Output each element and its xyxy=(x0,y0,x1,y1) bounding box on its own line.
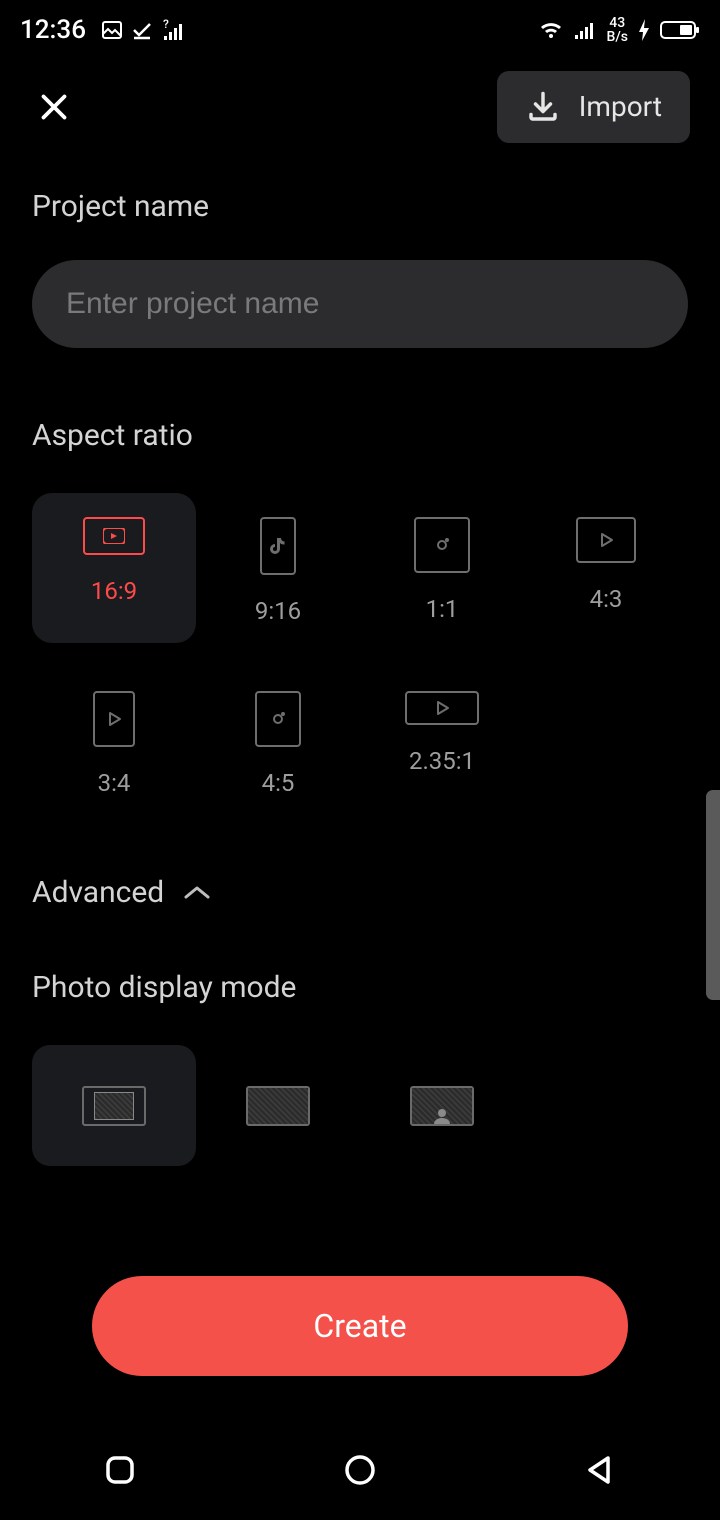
back-icon[interactable] xyxy=(580,1450,620,1490)
check-icon xyxy=(130,18,154,42)
aspect-label: 2.35:1 xyxy=(409,747,475,775)
import-label: Import xyxy=(579,90,662,123)
play-icon xyxy=(576,517,636,563)
cell-signal-icon xyxy=(574,20,596,40)
charging-icon xyxy=(638,19,650,41)
photo-mode-person[interactable] xyxy=(360,1045,524,1166)
aspect-option-1-1[interactable]: 1:1 xyxy=(360,493,524,643)
photo-mode-grid xyxy=(32,1045,688,1166)
status-bar: 12:36 ? 43 B/s xyxy=(0,0,720,60)
download-icon xyxy=(525,89,561,125)
aspect-option-16-9[interactable]: 16:9 xyxy=(32,493,196,643)
play-icon xyxy=(405,691,479,725)
home-icon[interactable] xyxy=(340,1450,380,1490)
image-icon xyxy=(100,18,124,42)
top-bar: Import xyxy=(0,64,720,149)
aspect-label: 4:3 xyxy=(590,585,623,613)
aspect-label: 16:9 xyxy=(91,577,137,605)
tiktok-icon xyxy=(260,517,296,575)
net-speed: 43 B/s xyxy=(606,16,628,44)
signal-question-icon: ? xyxy=(160,18,186,42)
photo-mode-title: Photo display mode xyxy=(32,970,688,1005)
scroll-indicator[interactable] xyxy=(706,790,720,1000)
play-icon xyxy=(93,691,135,747)
aspect-option-4-3[interactable]: 4:3 xyxy=(524,493,688,643)
youtube-icon xyxy=(83,517,145,555)
chevron-up-icon xyxy=(182,883,212,903)
aspect-option-3-4[interactable]: 3:4 xyxy=(32,667,196,815)
aspect-option-4-5[interactable]: 4:5 xyxy=(196,667,360,815)
advanced-label: Advanced xyxy=(32,875,164,910)
recent-apps-icon[interactable] xyxy=(100,1450,140,1490)
aspect-label: 1:1 xyxy=(426,595,459,623)
project-name-title: Project name xyxy=(32,189,688,224)
aspect-option-2-35-1[interactable]: 2.35:1 xyxy=(360,667,524,815)
battery-icon xyxy=(660,20,700,40)
import-button[interactable]: Import xyxy=(497,71,690,143)
photo-mode-fit[interactable] xyxy=(32,1045,196,1166)
instagram-icon xyxy=(414,517,470,573)
photo-frame-icon xyxy=(82,1086,146,1126)
android-nav-bar xyxy=(0,1420,720,1520)
svg-text:?: ? xyxy=(163,18,169,31)
aspect-label: 3:4 xyxy=(98,769,131,797)
aspect-ratio-title: Aspect ratio xyxy=(32,418,688,453)
project-name-input[interactable] xyxy=(32,260,688,348)
aspect-label: 4:5 xyxy=(262,769,295,797)
create-button[interactable]: Create xyxy=(92,1276,628,1376)
photo-frame-icon xyxy=(410,1086,474,1126)
aspect-label: 9:16 xyxy=(255,597,301,625)
aspect-ratio-grid: 16:9 9:16 1:1 4:3 3:4 4:5 2.35:1 xyxy=(32,493,688,815)
photo-frame-icon xyxy=(246,1086,310,1126)
advanced-toggle[interactable]: Advanced xyxy=(32,875,688,910)
status-time: 12:36 xyxy=(20,15,86,45)
aspect-option-9-16[interactable]: 9:16 xyxy=(196,493,360,643)
close-icon[interactable] xyxy=(36,89,72,125)
wifi-icon xyxy=(538,20,564,40)
create-label: Create xyxy=(313,1307,406,1345)
photo-mode-fill[interactable] xyxy=(196,1045,360,1166)
instagram-icon xyxy=(255,691,301,747)
